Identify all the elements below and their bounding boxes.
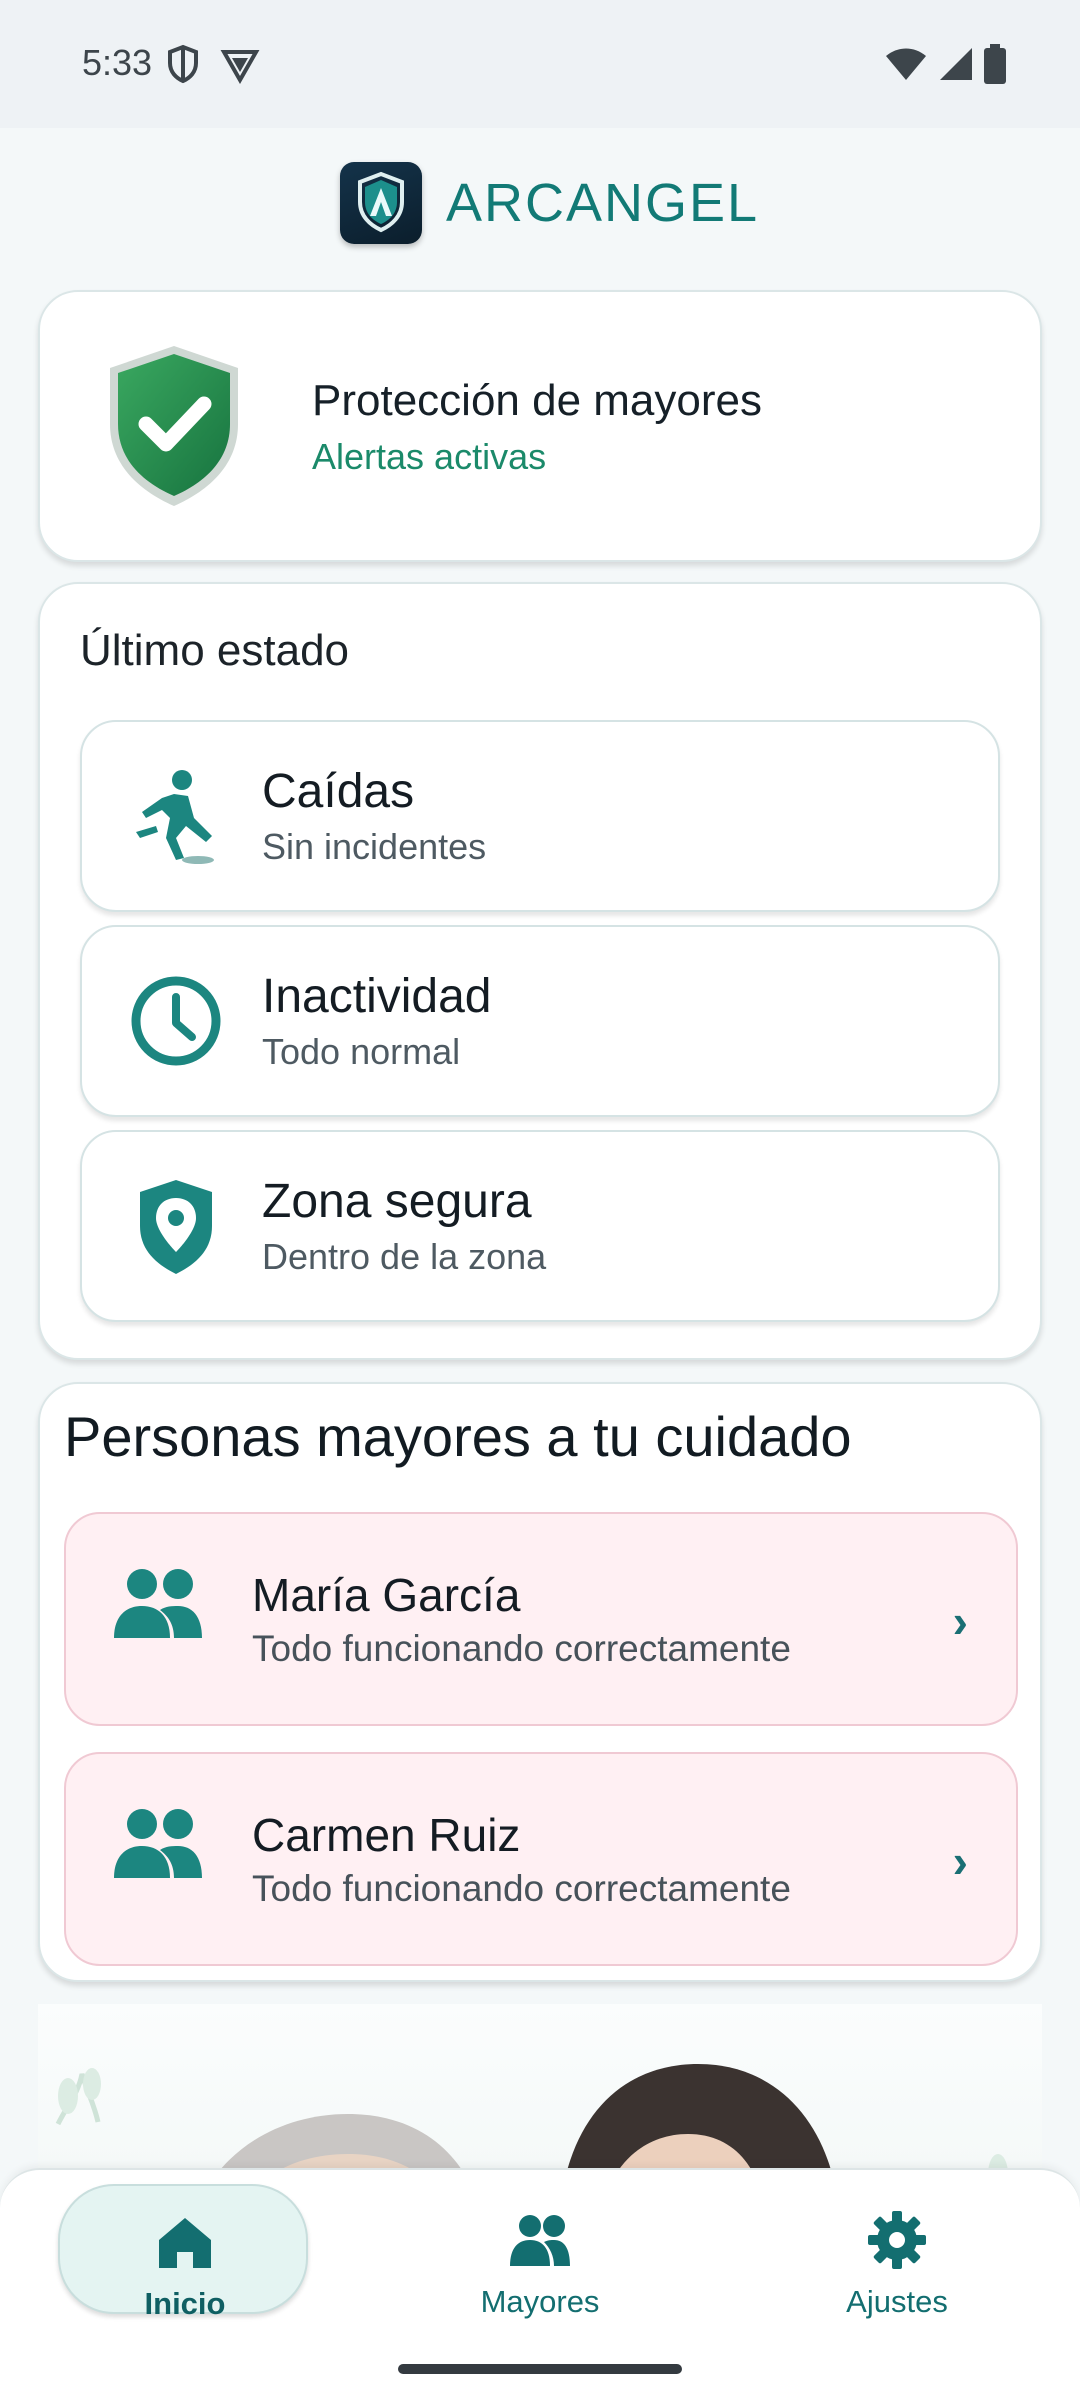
- elderly-care-card: Personas mayores a tu cuidado María Garc…: [38, 1382, 1042, 1982]
- person-status: Todo funcionando correctamente: [252, 1628, 791, 1669]
- status-time: 5:33: [82, 42, 153, 83]
- person-item-carmen-ruiz[interactable]: Carmen Ruiz Todo funcionando correctamen…: [64, 1752, 1018, 1966]
- protection-subtitle: Alertas activas: [312, 436, 547, 477]
- nav-item-inicio[interactable]: Inicio: [58, 2184, 308, 2321]
- status-item-falls[interactable]: Caídas Sin incidentes: [80, 720, 1000, 912]
- app-header: ARCANGEL: [0, 150, 1080, 260]
- people-icon: [510, 2215, 570, 2266]
- people-icon: [114, 1809, 202, 1878]
- protection-title: Protección de mayores: [312, 376, 762, 425]
- status-icons-right: [884, 44, 1006, 84]
- chevron-right-icon: ›: [952, 1835, 968, 1887]
- app-title: ARCANGEL: [446, 173, 760, 233]
- status-bar: 5:33: [0, 0, 1080, 128]
- last-status-heading: Último estado: [80, 626, 350, 675]
- status-title: Inactividad: [262, 970, 492, 1023]
- status-subtitle: Dentro de la zona: [262, 1236, 547, 1277]
- gear-icon: [868, 2211, 926, 2269]
- nav-item-mayores[interactable]: Mayores: [415, 2184, 665, 2319]
- location-shield-icon: [140, 1180, 212, 1274]
- last-status-card: Último estado Caídas Sin incidentes Inac…: [38, 582, 1042, 1360]
- protection-card[interactable]: Protección de mayores Alertas activas: [38, 290, 1042, 562]
- battery-icon: [984, 44, 1006, 84]
- person-name: Carmen Ruiz: [252, 1809, 521, 1861]
- person-status: Todo funcionando correctamente: [252, 1868, 791, 1909]
- chevron-right-icon: ›: [952, 1595, 968, 1647]
- status-icons-left: [166, 44, 260, 84]
- nav-label: Inicio: [144, 2286, 226, 2321]
- status-title: Zona segura: [262, 1175, 532, 1228]
- arcangel-logo-icon: [340, 162, 422, 244]
- person-name: María García: [252, 1569, 521, 1621]
- gesture-home-indicator[interactable]: [398, 2364, 682, 2374]
- status-item-inactivity[interactable]: Inactividad Todo normal: [80, 925, 1000, 1117]
- status-title: Caídas: [262, 765, 415, 818]
- person-item-maria-garcia[interactable]: María García Todo funcionando correctame…: [64, 1512, 1018, 1726]
- home-icon: [159, 2218, 211, 2268]
- clock-icon: [131, 976, 221, 1066]
- shield-outline-icon: [168, 44, 198, 84]
- people-icon: [114, 1569, 202, 1638]
- nav-label: Mayores: [480, 2284, 600, 2319]
- wifi-icon: [886, 48, 926, 80]
- vpn-icon: [220, 50, 260, 84]
- elderly-care-heading: Personas mayores a tu cuidado: [64, 1405, 852, 1468]
- falling-person-icon: [136, 770, 214, 864]
- signal-icon: [940, 48, 972, 80]
- status-item-safe-zone[interactable]: Zona segura Dentro de la zona: [80, 1130, 1000, 1322]
- check-shield-icon: [110, 346, 238, 506]
- nav-label: Ajustes: [846, 2284, 948, 2319]
- status-subtitle: Sin incidentes: [262, 826, 487, 867]
- nav-item-ajustes[interactable]: Ajustes: [772, 2184, 1022, 2319]
- status-subtitle: Todo normal: [262, 1031, 461, 1072]
